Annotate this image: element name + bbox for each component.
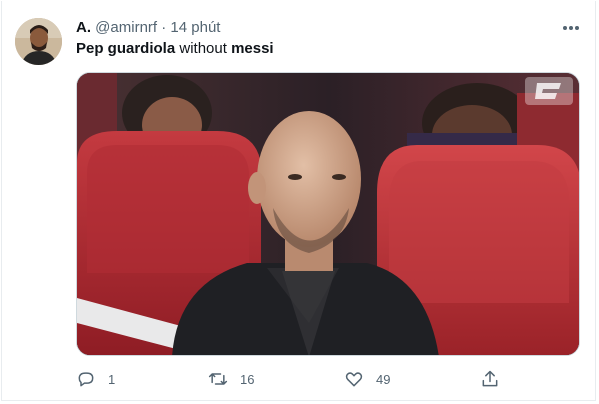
tweet-text: Pep guardiola without messi — [76, 39, 274, 59]
media-photo — [77, 73, 579, 355]
more-horizontal-icon — [563, 26, 579, 30]
reply-button[interactable]: 1 — [76, 367, 115, 391]
tweet-card[interactable]: A. @amirnrf · 14 phút Pep guardiola with… — [1, 1, 596, 401]
tweet-text-bold-2: messi — [231, 40, 274, 57]
more-button[interactable] — [557, 16, 585, 40]
heart-icon — [345, 372, 363, 387]
retweet-button[interactable]: 16 — [208, 367, 254, 391]
tweet-text-plain: without — [175, 40, 232, 57]
timestamp[interactable]: 14 phút — [170, 19, 220, 36]
tweet-text-bold-1: Pep guardiola — [76, 40, 176, 57]
like-count: 49 — [376, 371, 391, 387]
share-icon — [482, 370, 498, 387]
share-button[interactable] — [480, 367, 500, 391]
like-button[interactable]: 49 — [344, 367, 390, 391]
avatar[interactable] — [15, 18, 62, 65]
reply-count: 1 — [108, 371, 116, 387]
tweet-media[interactable] — [76, 72, 580, 356]
separator: · — [161, 19, 167, 36]
action-bar: 1 16 49 — [76, 367, 580, 391]
tweet-header: A. @amirnrf · 14 phút — [76, 18, 220, 38]
reply-icon — [78, 372, 94, 387]
retweet-count: 16 — [240, 371, 255, 387]
retweet-icon — [208, 373, 228, 385]
handle[interactable]: @amirnrf — [95, 19, 157, 36]
display-name[interactable]: A. — [76, 19, 91, 36]
